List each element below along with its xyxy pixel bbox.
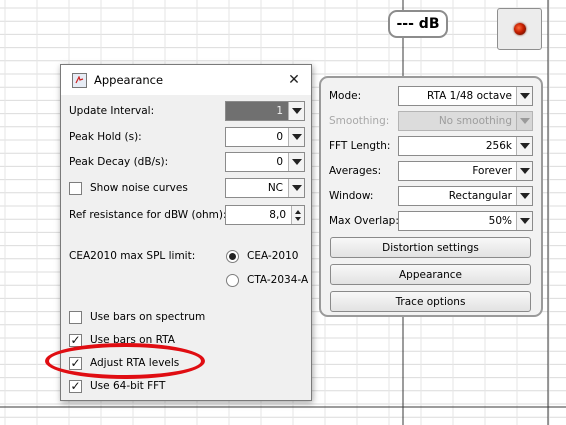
mode-label: Mode: — [329, 90, 362, 102]
bars-rta-checkbox[interactable] — [69, 333, 82, 347]
app-icon — [72, 72, 87, 88]
chevron-down-icon — [288, 102, 304, 120]
dialog-titlebar[interactable]: Appearance ✕ — [61, 65, 311, 95]
averages-select[interactable]: Forever — [398, 161, 533, 181]
averages-label: Averages: — [329, 165, 382, 177]
ref-resistance-value: 8,0 — [269, 209, 286, 221]
fft-length-value: 256k — [485, 140, 512, 152]
chevron-down-icon — [288, 179, 304, 197]
distortion-settings-label: Distortion settings — [382, 241, 479, 254]
radio-cta2034[interactable] — [226, 273, 239, 287]
level-readout: --- dB — [388, 10, 448, 38]
level-readout-text: --- dB — [396, 16, 440, 32]
fft64-checkbox[interactable] — [69, 379, 82, 393]
adjust-rta-row[interactable]: Adjust RTA levels — [69, 353, 179, 373]
fft-length-row: FFT Length: — [329, 136, 397, 156]
record-led-button[interactable] — [497, 8, 542, 50]
noise-curves-label: Show noise curves — [90, 182, 188, 194]
appearance-dialog: Appearance ✕ Update Interval: 1 Peak Hol… — [60, 64, 312, 401]
dialog-title: Appearance — [94, 73, 164, 87]
max-overlap-row: Max Overlap: — [329, 211, 399, 231]
peak-decay-field[interactable]: 0 — [225, 152, 305, 172]
appearance-button[interactable]: Appearance — [330, 264, 531, 285]
bars-spectrum-checkbox[interactable] — [69, 310, 82, 324]
update-interval-row: Update Interval: — [69, 101, 154, 121]
spl-option-cea2010[interactable]: CEA-2010 — [226, 246, 298, 266]
spl-limit-row: CEA2010 max SPL limit: — [69, 246, 195, 266]
close-icon[interactable]: ✕ — [285, 71, 303, 89]
trace-options-label: Trace options — [395, 295, 466, 308]
update-interval-field[interactable]: 1 — [225, 101, 305, 121]
chevron-down-icon — [516, 137, 532, 155]
bars-spectrum-label: Use bars on spectrum — [90, 311, 206, 323]
peak-hold-field[interactable]: 0 — [225, 127, 305, 147]
noise-curves-value: NC — [267, 182, 283, 194]
noise-curves-select[interactable]: NC — [225, 178, 305, 198]
adjust-rta-checkbox[interactable] — [69, 356, 82, 370]
ref-resistance-spinner[interactable]: 8,0 — [225, 205, 305, 225]
peak-decay-label: Peak Decay (dB/s): — [69, 156, 169, 168]
bars-spectrum-row[interactable]: Use bars on spectrum — [69, 307, 205, 327]
chevron-down-icon — [516, 87, 532, 105]
noise-curves-row[interactable]: Show noise curves — [69, 178, 188, 198]
mode-select[interactable]: RTA 1/48 octave — [398, 86, 533, 106]
window-label: Window: — [329, 190, 374, 202]
rta-settings-panel: Mode: RTA 1/48 octave Smoothing: No smoo… — [319, 76, 543, 317]
averages-value: Forever — [472, 165, 512, 177]
smoothing-label: Smoothing: — [329, 115, 390, 127]
adjust-rta-label: Adjust RTA levels — [90, 357, 180, 369]
peak-decay-value: 0 — [276, 156, 283, 168]
led-icon — [513, 23, 526, 35]
bars-rta-label: Use bars on RTA — [90, 334, 175, 346]
chevron-down-icon — [516, 187, 532, 205]
fft64-label: Use 64-bit FFT — [90, 380, 166, 392]
mode-value: RTA 1/48 octave — [427, 90, 512, 102]
radio-cta2034-label: CTA-2034-A — [247, 274, 309, 286]
update-interval-value: 1 — [226, 102, 288, 120]
ref-resistance-row: Ref resistance for dBW (ohm): — [69, 205, 227, 225]
bars-rta-row[interactable]: Use bars on RTA — [69, 330, 175, 350]
fft64-row[interactable]: Use 64-bit FFT — [69, 376, 165, 396]
spl-limit-label: CEA2010 max SPL limit: — [69, 250, 196, 262]
fft-length-select[interactable]: 256k — [398, 136, 533, 156]
max-overlap-value: 50% — [488, 215, 512, 227]
chevron-down-icon — [288, 153, 304, 171]
smoothing-value: No smoothing — [438, 115, 512, 127]
averages-row: Averages: — [329, 161, 397, 181]
peak-hold-label: Peak Hold (s): — [69, 131, 142, 143]
fft-length-label: FFT Length: — [329, 140, 391, 152]
window-row: Window: — [329, 186, 397, 206]
distortion-settings-button[interactable]: Distortion settings — [330, 237, 531, 258]
mode-row: Mode: — [329, 86, 397, 106]
window-value: Rectangular — [448, 190, 512, 202]
chevron-down-icon — [288, 128, 304, 146]
spinner-arrows-icon[interactable] — [291, 206, 304, 224]
radio-cea2010[interactable] — [226, 249, 239, 263]
max-overlap-select[interactable]: 50% — [398, 211, 533, 231]
chevron-down-icon — [516, 112, 532, 130]
smoothing-row: Smoothing: — [329, 111, 397, 131]
ref-resistance-label: Ref resistance for dBW (ohm): — [69, 209, 227, 221]
window-select[interactable]: Rectangular — [398, 186, 533, 206]
radio-cea2010-label: CEA-2010 — [247, 250, 299, 262]
peak-hold-row: Peak Hold (s): — [69, 127, 142, 147]
max-overlap-label: Max Overlap: — [329, 215, 399, 227]
peak-hold-value: 0 — [276, 131, 283, 143]
spl-option-cta2034[interactable]: CTA-2034-A — [226, 270, 308, 290]
update-interval-label: Update Interval: — [69, 105, 155, 117]
peak-decay-row: Peak Decay (dB/s): — [69, 152, 168, 172]
appearance-button-label: Appearance — [398, 268, 463, 281]
trace-options-button[interactable]: Trace options — [330, 291, 531, 312]
noise-curves-checkbox[interactable] — [69, 181, 82, 195]
chevron-down-icon — [516, 162, 532, 180]
smoothing-select: No smoothing — [398, 111, 533, 131]
chevron-down-icon — [516, 212, 532, 230]
